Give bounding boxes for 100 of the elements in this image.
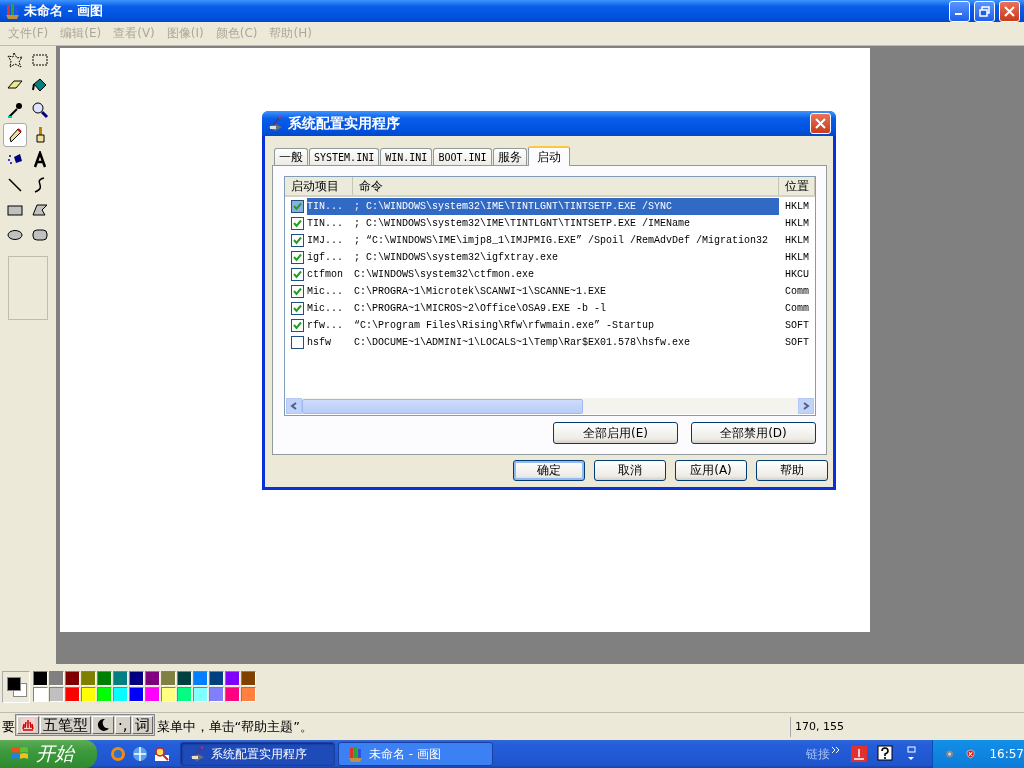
horizontal-scrollbar[interactable] (286, 398, 814, 414)
taskbar-button[interactable]: 系统配置实用程序 (180, 742, 335, 766)
minimize-icon (955, 13, 962, 15)
color-swatch[interactable] (241, 671, 256, 686)
color-swatch[interactable] (209, 687, 224, 702)
ime-logo-icon[interactable] (17, 716, 39, 734)
location-text: HKCU (784, 269, 810, 280)
minimize-button[interactable] (949, 0, 970, 22)
color-swatch[interactable] (49, 671, 64, 686)
window-title: 未命名 - 画图 (24, 2, 104, 20)
color-swatch[interactable] (49, 687, 64, 702)
start-button[interactable]: 开始 (0, 740, 97, 768)
tab[interactable]: 服务 (492, 148, 527, 165)
scroll-right-button[interactable] (798, 398, 814, 414)
ime-tray-icon[interactable] (850, 745, 868, 763)
pencil-tool[interactable] (3, 123, 27, 147)
command-text: ; C:\WINDOWS\system32\IME\TINTLGNT\TINTSETP.EXE /SYNC (353, 201, 674, 212)
checkbox[interactable] (291, 302, 304, 315)
dialog-button[interactable]: 取消 (594, 460, 666, 481)
polygon-icon (31, 201, 49, 219)
word-button[interactable]: 词 (131, 716, 153, 734)
color-swatch[interactable] (65, 687, 80, 702)
column-header[interactable]: 启动项目 (285, 177, 353, 195)
startup-item-name: Mic... (307, 303, 344, 314)
list-row[interactable]: Mic... C:\PROGRA~1\MICROS~2\Office\OSA9.EXE -b -l Comm (285, 300, 815, 317)
list-row[interactable]: IMJ... ; “C:\WINDOWS\IME\imjp8_1\IMJPMIG.EXE” /Spoil /RemAdvDef /Migration32 HKLM (285, 232, 815, 249)
magnifier-icon[interactable] (153, 745, 171, 763)
checkbox[interactable] (291, 268, 304, 281)
restore-icon (979, 5, 990, 17)
color-swatch[interactable] (225, 671, 240, 686)
tab[interactable]: SYSTEM.INI (309, 148, 380, 165)
color-swatch[interactable] (145, 671, 160, 686)
checkbox[interactable] (291, 217, 304, 230)
color-swatch[interactable] (97, 687, 112, 702)
color-swatch[interactable] (81, 687, 96, 702)
column-header[interactable]: 命令 (353, 177, 779, 195)
list-action-button[interactable]: 全部禁用(D) (691, 422, 816, 444)
color-swatch[interactable] (193, 671, 208, 686)
list-row[interactable]: Mic... C:\PROGRA~1\Microtek\SCANWI~1\SCANNE~1.EXE Comm (285, 283, 815, 300)
column-header[interactable]: 位置 (779, 177, 815, 195)
checkbox[interactable] (291, 285, 304, 298)
tab[interactable]: 一般 (274, 148, 308, 165)
input-mode-button[interactable]: 五笔型 (40, 716, 91, 734)
color-swatch[interactable] (161, 687, 176, 702)
dialog-button[interactable]: 应用(A) (675, 460, 747, 481)
color-swatch[interactable] (113, 671, 128, 686)
close-button[interactable] (810, 113, 831, 134)
globe-icon[interactable] (131, 745, 149, 763)
links-toolbar-label[interactable]: 链接 (806, 745, 830, 763)
color-swatch[interactable] (113, 687, 128, 702)
restore-button[interactable] (974, 0, 995, 22)
color-swatch[interactable] (33, 687, 48, 702)
tool-options-panel (8, 256, 48, 320)
location-text: SOFT (784, 320, 810, 331)
dialog-button[interactable]: 确定 (513, 460, 585, 481)
free-select-icon (6, 51, 24, 69)
dialog-title: 系统配置实用程序 (288, 114, 400, 133)
color-swatch[interactable] (225, 687, 240, 702)
list-row[interactable]: igf... ; C:\WINDOWS\system32\igfxtray.exe HKLM (285, 249, 815, 266)
startup-item-name: hsfw (307, 337, 332, 348)
checkbox[interactable] (291, 200, 304, 213)
checkbox[interactable] (291, 336, 304, 349)
fill-icon (31, 76, 49, 94)
punctuation-button[interactable]: ·, (115, 716, 131, 734)
color-swatch[interactable] (241, 687, 256, 702)
scroll-thumb[interactable] (302, 398, 583, 414)
command-text: C:\PROGRA~1\Microtek\SCANWI~1\SCANNE~1.EXE (353, 286, 608, 297)
color-swatch[interactable] (161, 671, 176, 686)
help-icon[interactable] (876, 745, 894, 763)
chevron-icon[interactable] (832, 746, 840, 754)
tab[interactable]: 启动 (527, 146, 570, 166)
checkbox[interactable] (291, 234, 304, 247)
tab[interactable]: WIN.INI (380, 148, 433, 165)
color-swatch[interactable] (129, 671, 144, 686)
color-swatch[interactable] (129, 687, 144, 702)
list-row[interactable]: TIN... ; C:\WINDOWS\system32\IME\TINTLGNT\TINTSETP.EXE /IMEName HKLM (285, 215, 815, 232)
scroll-left-button[interactable] (286, 398, 302, 414)
color-swatch[interactable] (97, 671, 112, 686)
location-text: Comm (784, 303, 810, 314)
checkbox[interactable] (291, 319, 304, 332)
color-swatch[interactable] (177, 687, 192, 702)
half-width-icon[interactable] (92, 716, 114, 734)
color-swatch[interactable] (209, 671, 224, 686)
color-swatch[interactable] (65, 671, 80, 686)
dialog-button[interactable]: 帮助 (756, 460, 828, 481)
color-swatch[interactable] (81, 671, 96, 686)
checkbox[interactable] (291, 251, 304, 264)
color-swatch[interactable] (177, 671, 192, 686)
color-swatch[interactable] (33, 671, 48, 686)
close-button[interactable] (999, 0, 1020, 22)
list-action-button[interactable]: 全部启用(E) (553, 422, 678, 444)
list-row[interactable]: rfw... “C:\Program Files\Rising\Rfw\rfwmain.exe” -Startup SOFT (285, 317, 815, 334)
command-text: C:\WINDOWS\system32\ctfmon.exe (353, 269, 536, 280)
list-row[interactable]: hsfw C:\DOCUME~1\ADMINI~1\LOCALS~1\Temp\Rar$EX01.578\hsfw.exe SOFT (285, 334, 815, 351)
taskbar-button[interactable]: 未命名 - 画图 (338, 742, 493, 766)
color-swatch[interactable] (145, 687, 160, 702)
tab[interactable]: BOOT.INI (433, 148, 492, 165)
browser-icon[interactable] (109, 745, 127, 763)
color-swatch[interactable] (193, 687, 208, 702)
list-row[interactable]: ctfmon C:\WINDOWS\system32\ctfmon.exe HKCU (285, 266, 815, 283)
